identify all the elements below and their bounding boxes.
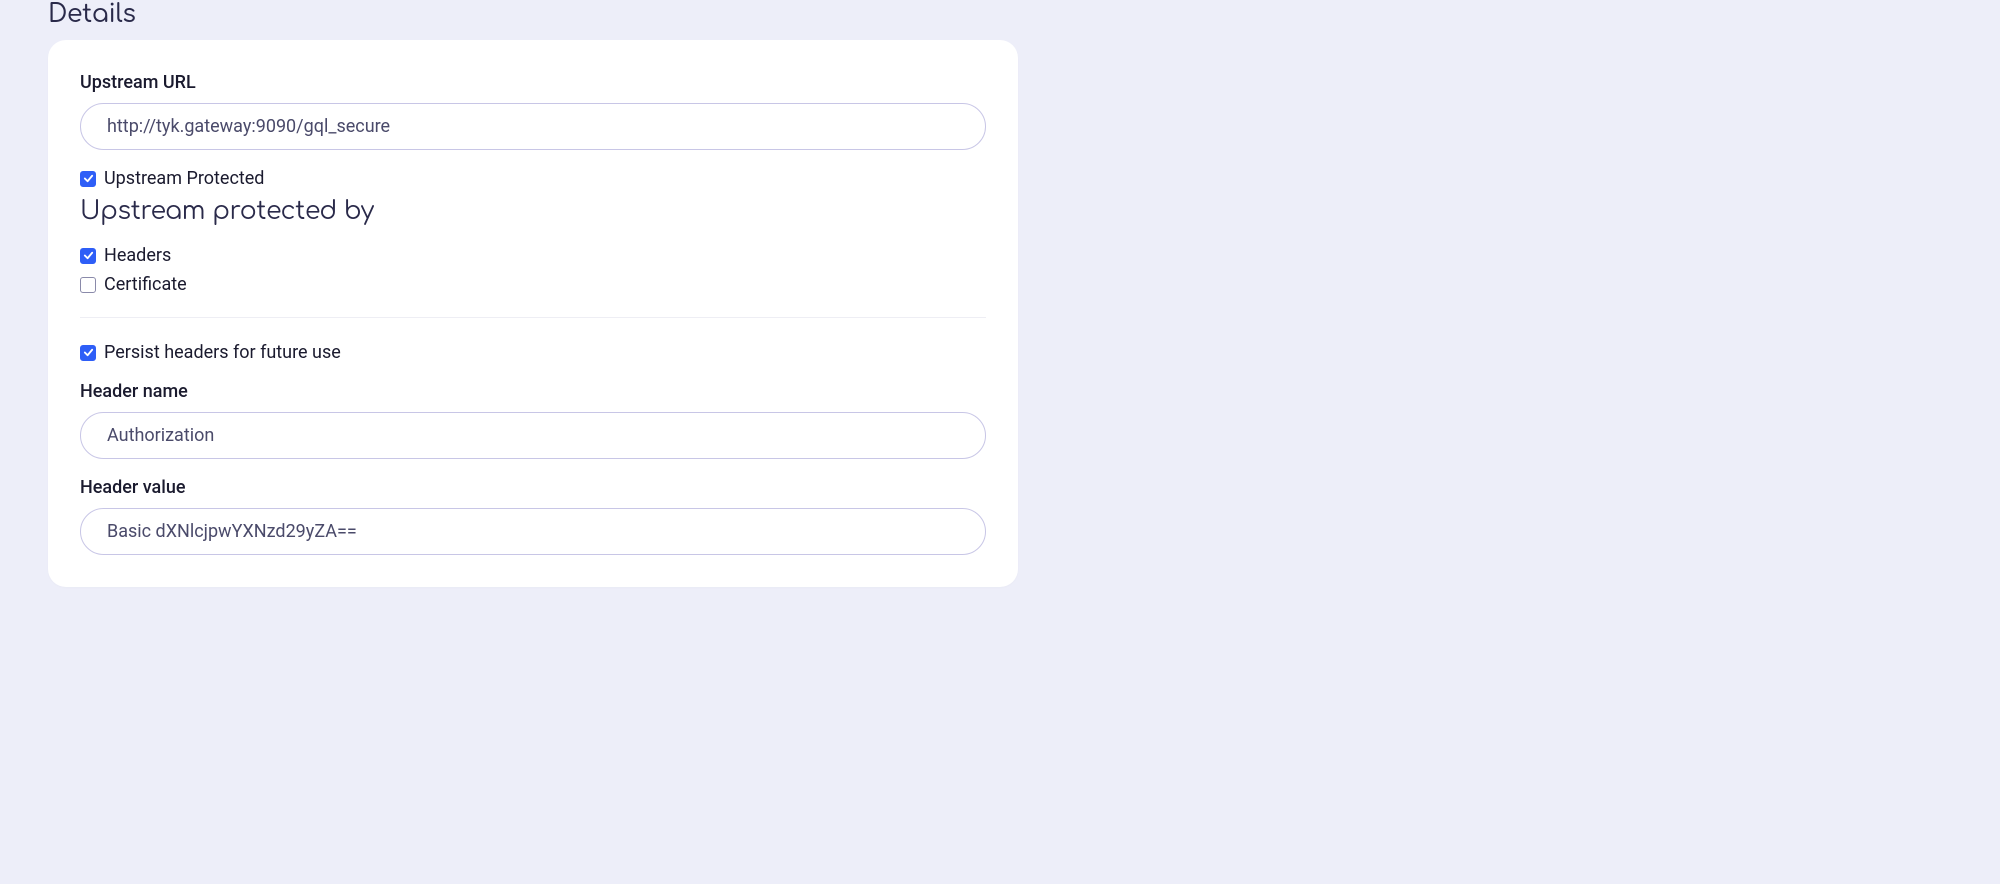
checkmark-icon (83, 173, 94, 184)
protected-by-title: Upstream protected by (80, 197, 986, 225)
upstream-url-label: Upstream URL (80, 72, 986, 93)
headers-checkbox[interactable] (80, 248, 96, 264)
header-value-label: Header value (80, 477, 986, 498)
header-value-input[interactable] (80, 508, 986, 555)
certificate-label[interactable]: Certificate (104, 274, 187, 295)
header-name-group: Header name (80, 381, 986, 459)
header-value-group: Header value (80, 477, 986, 555)
section-title: Details (48, 0, 1952, 28)
upstream-protected-row: Upstream Protected (80, 168, 986, 189)
persist-headers-checkbox[interactable] (80, 345, 96, 361)
persist-headers-label[interactable]: Persist headers for future use (104, 342, 341, 363)
certificate-checkbox[interactable] (80, 277, 96, 293)
header-name-input[interactable] (80, 412, 986, 459)
headers-row: Headers (80, 245, 986, 266)
certificate-row: Certificate (80, 274, 986, 295)
divider (80, 317, 986, 318)
upstream-url-group: Upstream URL (80, 72, 986, 150)
persist-headers-row: Persist headers for future use (80, 342, 986, 363)
upstream-protected-label[interactable]: Upstream Protected (104, 168, 264, 189)
header-name-label: Header name (80, 381, 986, 402)
checkmark-icon (83, 250, 94, 261)
headers-label[interactable]: Headers (104, 245, 171, 266)
details-card: Upstream URL Upstream Protected Upstream… (48, 40, 1018, 587)
checkmark-icon (83, 347, 94, 358)
upstream-url-input[interactable] (80, 103, 986, 150)
upstream-protected-checkbox[interactable] (80, 171, 96, 187)
